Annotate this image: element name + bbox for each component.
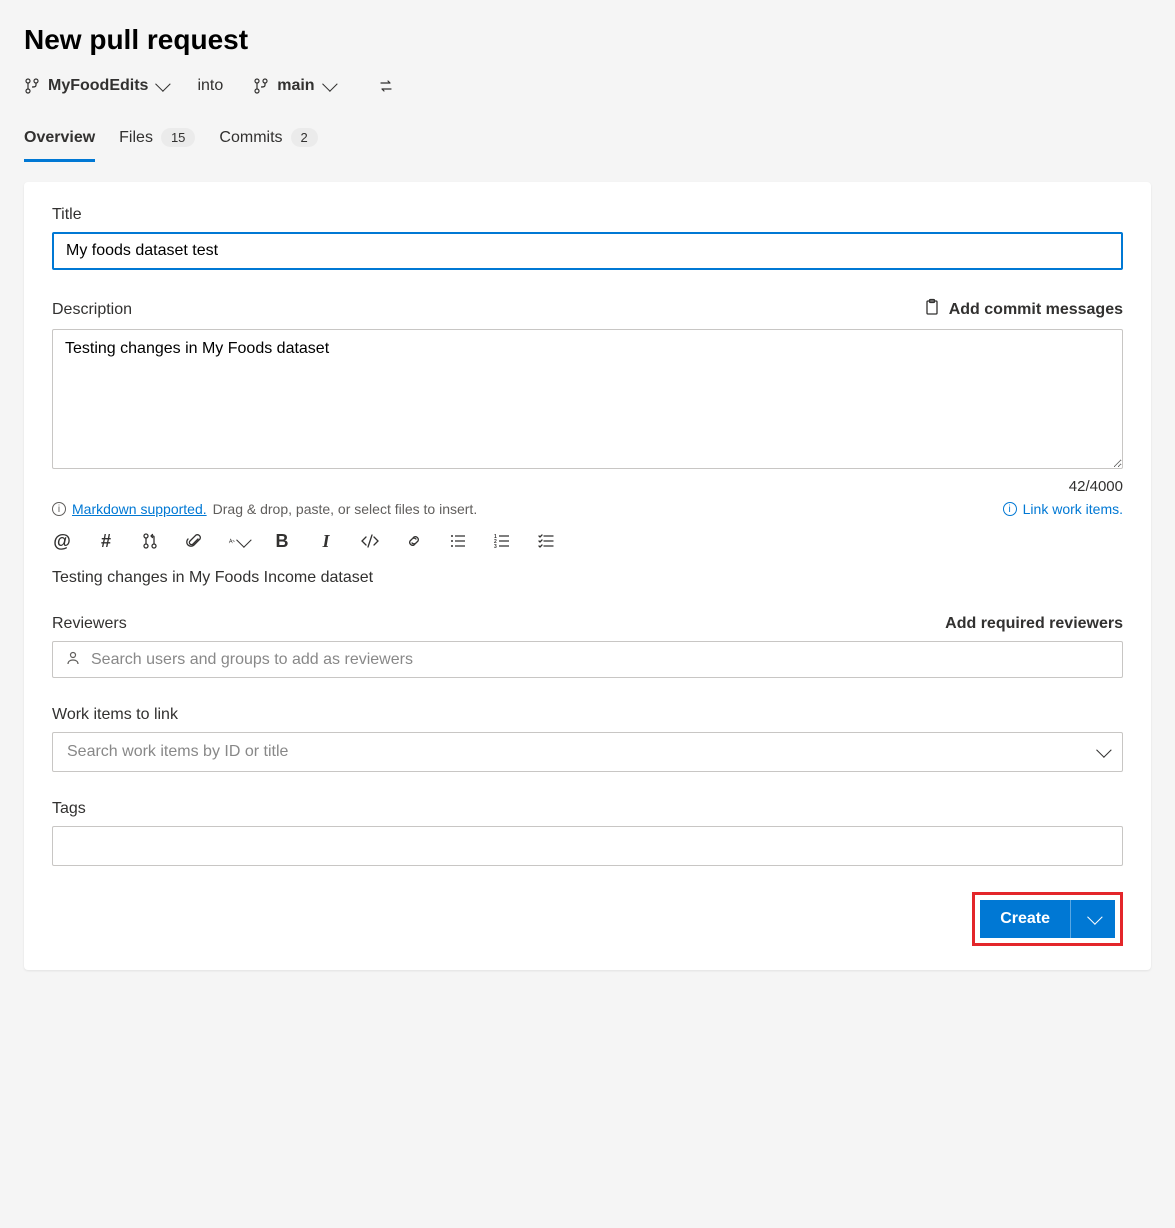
target-branch-picker[interactable]: main <box>253 77 333 95</box>
tab-files[interactable]: Files 15 <box>119 120 195 162</box>
link-icon[interactable] <box>404 531 424 551</box>
add-commit-messages-label: Add commit messages <box>949 301 1123 319</box>
tab-commits[interactable]: Commits 2 <box>219 120 317 162</box>
chevron-down-icon <box>1088 912 1099 927</box>
tab-overview-label: Overview <box>24 129 95 147</box>
description-textarea[interactable] <box>52 329 1123 469</box>
tab-files-label: Files <box>119 129 153 147</box>
tab-commits-count: 2 <box>291 128 318 147</box>
text-style-icon[interactable] <box>228 531 248 551</box>
reviewers-input-wrap[interactable] <box>52 641 1123 678</box>
pull-request-icon[interactable] <box>140 531 160 551</box>
tab-commits-label: Commits <box>219 129 282 147</box>
char-counter: 42/4000 <box>52 478 1123 495</box>
work-items-label: Work items to link <box>52 706 1123 724</box>
create-button[interactable]: Create <box>980 900 1071 938</box>
add-required-reviewers-button[interactable]: Add required reviewers <box>945 615 1123 633</box>
source-branch-name: MyFoodEdits <box>48 77 148 95</box>
branch-icon <box>253 78 269 94</box>
tags-label: Tags <box>52 800 1123 818</box>
reviewers-label: Reviewers <box>52 615 127 633</box>
code-icon[interactable] <box>360 531 380 551</box>
create-split-button[interactable] <box>1071 900 1115 938</box>
link-work-items-link[interactable]: Link work items. <box>1023 501 1123 517</box>
pr-form-card: Title Description Add commit messages 42… <box>24 182 1151 970</box>
title-input[interactable] <box>52 232 1123 270</box>
add-required-reviewers-label: Add required reviewers <box>945 615 1123 633</box>
into-label: into <box>197 77 223 95</box>
add-commit-messages-button[interactable]: Add commit messages <box>923 298 1123 321</box>
create-button-highlight: Create <box>972 892 1123 946</box>
branch-icon <box>24 78 40 94</box>
checklist-icon[interactable] <box>536 531 556 551</box>
chevron-down-icon <box>1097 744 1108 760</box>
italic-icon[interactable]: I <box>316 531 336 551</box>
work-items-select[interactable]: Search work items by ID or title <box>52 732 1123 772</box>
info-icon: i <box>52 502 66 516</box>
info-icon: i <box>1003 502 1017 516</box>
editor-toolbar: @ # B I <box>52 531 1123 551</box>
mention-icon[interactable]: @ <box>52 531 72 551</box>
target-branch-name: main <box>277 77 314 95</box>
title-label: Title <box>52 206 1123 224</box>
tabs: Overview Files 15 Commits 2 <box>24 120 1151 162</box>
svg-text:3: 3 <box>494 544 497 550</box>
swap-branches-button[interactable] <box>376 76 396 96</box>
hash-icon[interactable]: # <box>96 531 116 551</box>
person-icon <box>65 650 81 669</box>
tab-files-count: 15 <box>161 128 195 147</box>
attachment-icon[interactable] <box>184 531 204 551</box>
bold-icon[interactable]: B <box>272 531 292 551</box>
numbered-list-icon[interactable]: 123 <box>492 531 512 551</box>
source-branch-picker[interactable]: MyFoodEdits <box>24 77 167 95</box>
markdown-supported-link[interactable]: Markdown supported. <box>72 501 207 517</box>
chevron-down-icon <box>323 78 334 94</box>
clipboard-icon <box>923 298 941 321</box>
tags-input[interactable] <box>52 826 1123 866</box>
description-preview: Testing changes in My Foods Income datas… <box>52 569 1123 587</box>
branch-selector-row: MyFoodEdits into main <box>24 76 1151 96</box>
drag-drop-hint: Drag & drop, paste, or select files to i… <box>213 501 478 517</box>
tab-overview[interactable]: Overview <box>24 120 95 162</box>
description-label: Description <box>52 301 132 319</box>
chevron-down-icon <box>156 78 167 94</box>
bullet-list-icon[interactable] <box>448 531 468 551</box>
reviewers-input[interactable] <box>91 651 1110 669</box>
work-items-placeholder: Search work items by ID or title <box>67 743 288 761</box>
page-title: New pull request <box>24 24 1151 56</box>
